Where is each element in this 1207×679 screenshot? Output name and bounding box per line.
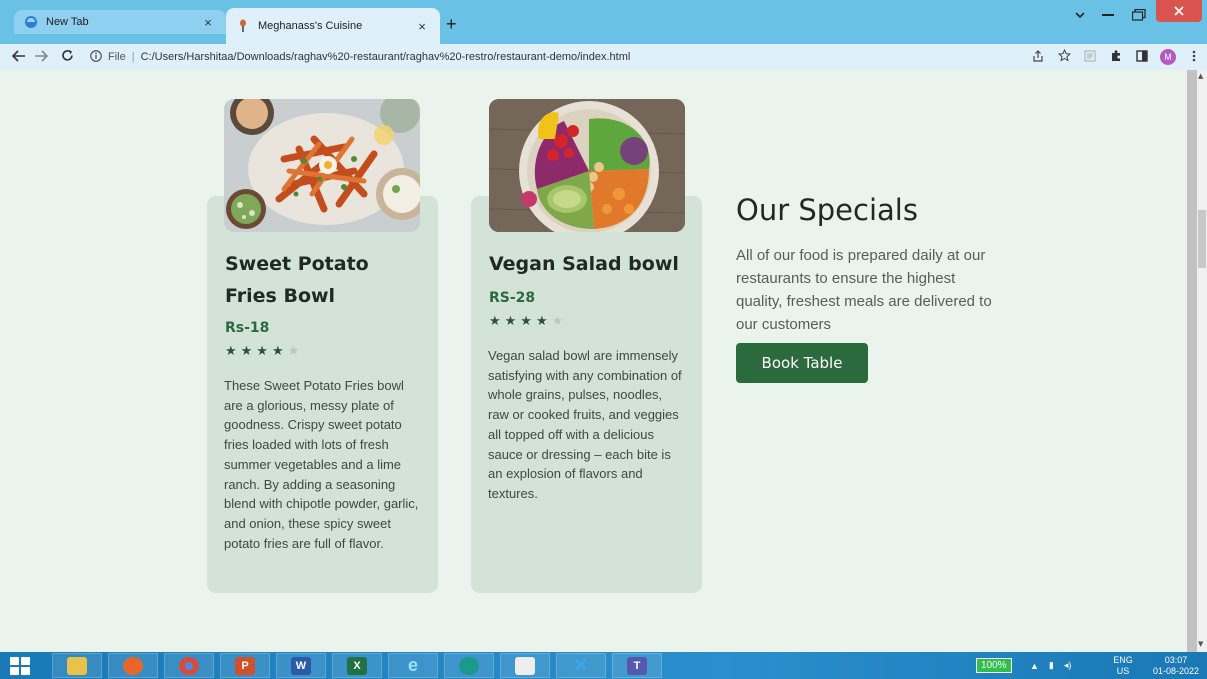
system-tray: ▲ ▮ ◂) (1030, 652, 1071, 679)
system-clock[interactable]: 03:07 01-08-2022 (1146, 655, 1206, 677)
new-tab-button[interactable]: + (446, 14, 457, 35)
specials-text: All of our food is prepared daily at our… (736, 247, 992, 333)
star-icon: ★★★★ (225, 344, 288, 359)
forward-arrow-icon[interactable] (30, 49, 52, 65)
tab-title: New Tab (46, 16, 89, 28)
food-favicon-icon (236, 19, 250, 33)
sweet-potato-fries-image (224, 99, 420, 232)
close-icon[interactable]: × (200, 15, 216, 30)
close-icon[interactable]: × (414, 19, 430, 34)
share-icon[interactable] (1025, 49, 1051, 65)
card-description: These Sweet Potato Fries bowl are a glor… (224, 378, 419, 551)
network-icon[interactable]: ▮ (1049, 660, 1054, 671)
star-icon: ★★★★ (489, 314, 552, 329)
language-indicator[interactable]: ENG US (1108, 655, 1138, 677)
chevron-down-icon[interactable] (1068, 0, 1092, 30)
edge-icon[interactable] (444, 653, 494, 678)
scroll-down-icon[interactable]: ▼ (1198, 640, 1203, 648)
scrollbar-track (1187, 70, 1197, 652)
teams-icon[interactable]: T (612, 653, 662, 678)
puzzle-icon[interactable] (1103, 49, 1129, 65)
star-rating: ★★★★★ (225, 344, 303, 359)
firefox-icon[interactable] (108, 653, 158, 678)
star-icon[interactable] (1051, 48, 1077, 65)
clock-date: 01-08-2022 (1152, 666, 1200, 676)
card-price: Rs-18 (225, 320, 270, 336)
kebab-menu-icon[interactable] (1181, 50, 1207, 65)
internet-explorer-icon[interactable]: e (388, 653, 438, 678)
scrollbar-thumb[interactable] (1198, 210, 1206, 268)
card-price: RS-28 (489, 290, 536, 306)
page-viewport: Sweet Potato Fries Bowl Rs-18 ★★★★★ Thes… (0, 70, 1183, 652)
star-empty-icon: ★ (551, 314, 568, 329)
file-explorer-icon[interactable] (52, 653, 102, 678)
word-icon[interactable]: W (276, 653, 326, 678)
book-table-button[interactable]: Book Table (736, 343, 868, 383)
star-rating: ★★★★★ (489, 314, 567, 329)
url-text[interactable]: C:/Users/Harshitaa/Downloads/raghav%20-r… (141, 51, 631, 63)
notepad-icon[interactable] (500, 653, 550, 678)
scheme-label: File (108, 51, 126, 63)
star-empty-icon: ★ (287, 344, 304, 359)
address-separator: | (131, 51, 135, 63)
reader-icon[interactable] (1077, 50, 1103, 65)
tab-strip: New Tab × Meghanass's Cuisine × + (0, 0, 1207, 44)
chrome-icon[interactable] (164, 653, 214, 678)
specials-title: Our Specials (736, 193, 918, 227)
windows-start-icon[interactable] (10, 657, 30, 679)
battery-indicator[interactable]: 100% (976, 658, 1012, 673)
excel-icon[interactable]: X (332, 653, 382, 678)
scroll-up-icon[interactable]: ▲ (1198, 72, 1203, 80)
clock-time: 03:07 (1164, 655, 1188, 665)
lang-region: US (1116, 666, 1130, 676)
powerpoint-icon[interactable]: P (220, 653, 270, 678)
browser-toolbar: File | C:/Users/Harshitaa/Downloads/ragh… (0, 44, 1207, 70)
volume-icon[interactable]: ◂) (1064, 660, 1072, 671)
card-title: Vegan Salad bowl (489, 253, 679, 275)
toolbar-actions: M (1025, 44, 1207, 70)
tray-chevron-icon[interactable]: ▲ (1030, 661, 1039, 671)
page-scrollbar[interactable]: ▲ ▼ (1183, 70, 1207, 652)
lang-code: ENG (1113, 655, 1133, 665)
profile-avatar[interactable]: M (1160, 49, 1176, 65)
tab-new-tab[interactable]: New Tab × (14, 10, 226, 34)
globe-icon (24, 15, 38, 29)
back-arrow-icon[interactable] (8, 49, 30, 65)
reload-icon[interactable] (56, 49, 78, 65)
vscode-icon[interactable]: ✕ (556, 653, 606, 678)
info-icon[interactable] (90, 49, 102, 65)
tab-meghanass-cuisine[interactable]: Meghanass's Cuisine × (226, 8, 440, 44)
window-close-icon[interactable] (1156, 0, 1202, 22)
side-panel-icon[interactable] (1129, 49, 1155, 65)
address-bar[interactable]: File | C:/Users/Harshitaa/Downloads/ragh… (90, 46, 630, 68)
minimize-icon[interactable] (1094, 0, 1122, 30)
card-description: Vegan salad bowl are immensely satisfyin… (488, 348, 682, 501)
windows-taskbar: P W X e ✕ T 100% ▲ ▮ ◂) ENG US 03:07 01-… (0, 652, 1207, 679)
card-title: Sweet Potato Fries Bowl (225, 253, 369, 307)
tab-title: Meghanass's Cuisine (258, 20, 363, 32)
restore-icon[interactable] (1124, 0, 1154, 30)
vegan-salad-image (489, 99, 685, 232)
